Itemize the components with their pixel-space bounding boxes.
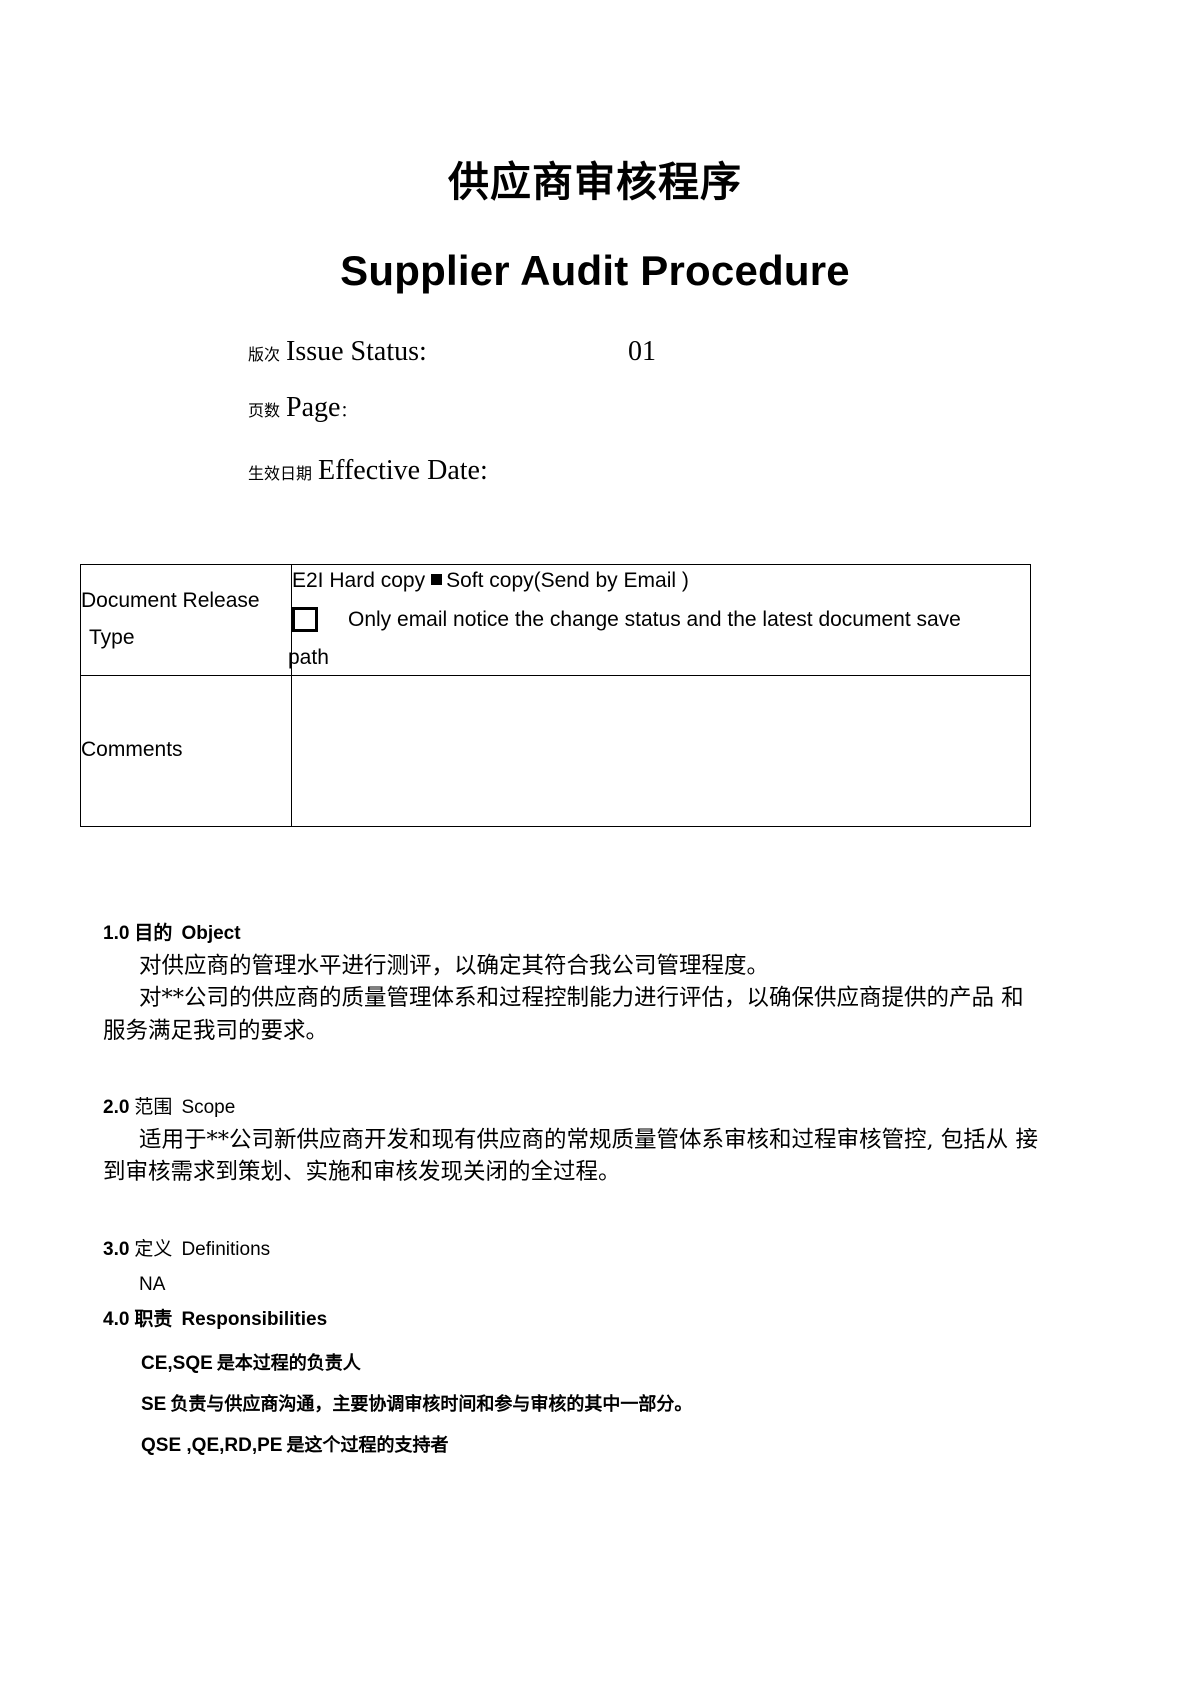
comments-content[interactable] xyxy=(291,674,1031,827)
email-notice-line: Only email notice the change status and … xyxy=(292,604,1030,637)
section-4-title-cn: 职责 xyxy=(134,1308,173,1330)
section-4-number: 4.0 xyxy=(103,1309,130,1330)
comments-label: Comments xyxy=(80,674,292,827)
responsibility-role: CE,SQE xyxy=(141,1352,213,1374)
section-2-scope: 2.0 范围 Scope 适用于**公司新供应商开发和现有供应商的常规质量管体系审核… xyxy=(103,1096,1113,1189)
table-row-comments: Comments xyxy=(80,674,1031,827)
responsibility-item: QSE ,QE,RD,PE 是这个过程的支持者 xyxy=(103,1436,1113,1455)
section-1-number: 1.0 xyxy=(103,923,130,944)
document-release-type-content: E2I Hard copy Soft copy(Send by Email ) O… xyxy=(288,564,1031,676)
document-release-type-label: Document Release Type xyxy=(80,564,292,676)
section-2-body: 适用于**公司新供应商开发和现有供应商的常规质量管体系审核和过程审核管控, 包括… xyxy=(103,1124,1113,1189)
email-notice-label-continued: path xyxy=(288,646,329,670)
hard-copy-label: E2I Hard copy xyxy=(292,569,426,592)
responsibility-role: SE xyxy=(141,1393,167,1415)
page-title-english: Supplier Audit Procedure xyxy=(340,247,850,294)
responsibility-item: CE,SQE 是本过程的负责人 xyxy=(103,1354,1113,1373)
checkbox-checked-icon[interactable] xyxy=(431,574,443,585)
section-2-title-cn: 范围 xyxy=(134,1096,173,1118)
page-label-en: Page xyxy=(286,392,341,423)
document-page: 供应商审核程序 Supplier Audit Procedure 版次 Issue… xyxy=(0,0,1190,1683)
issue-status-line: 版次 Issue Status: xyxy=(248,336,427,368)
label-line-1: Document Release xyxy=(81,589,260,613)
responsibility-text: 是本过程的负责人 xyxy=(216,1352,361,1374)
issue-status-value: 01 xyxy=(628,336,656,367)
effective-date-line: 生效日期 Effective Date: xyxy=(248,455,488,487)
responsibility-text: 负责与供应商沟通，主要协调审核时间和参与审核的其中一部分。 xyxy=(170,1393,693,1415)
release-option-line: E2I Hard copy Soft copy(Send by Email ) xyxy=(292,565,1030,598)
page-title-chinese: 供应商审核程序 xyxy=(448,158,742,206)
section-2-heading: 2.0 范围 Scope xyxy=(103,1096,1113,1120)
page-colon: ： xyxy=(340,401,357,420)
effective-date-label-en: Effective Date: xyxy=(318,455,488,486)
section-3-title-cn: 定义 xyxy=(134,1238,173,1260)
section-1-body-line-3: 服务满足我司的要求。 xyxy=(103,1018,329,1045)
section-1-body-line-1: 对供应商的管理水平进行测评，以确定其符合我公司管理程度。 xyxy=(139,952,770,979)
table-row-document-release-type: Document Release Type E2I Hard copy Soft … xyxy=(80,564,1031,676)
section-1-heading: 1.0 目的 Object xyxy=(103,922,1113,946)
responsibility-item: SE 负责与供应商沟通，主要协调审核时间和参与审核的其中一部分。 xyxy=(103,1395,1113,1414)
section-2-body-line-1: 适用于**公司新供应商开发和现有供应商的常规质量管体系审核和过程审核管控, 包括… xyxy=(139,1126,1038,1153)
section-3-heading: 3.0 定义 Definitions xyxy=(103,1238,1113,1262)
section-2-title-en: Scope xyxy=(181,1097,236,1118)
section-2-body-line-2: 到审核需求到策划、实施和审核发现关闭的全过程。 xyxy=(103,1159,621,1186)
section-3-definitions: 3.0 定义 Definitions NA xyxy=(103,1238,1113,1296)
section-4-title-en: Responsibilities xyxy=(181,1309,328,1330)
section-1-title-en: Object xyxy=(181,923,241,944)
section-3-body-line-1: NA xyxy=(139,1273,166,1295)
section-3-number: 3.0 xyxy=(103,1239,130,1260)
section-1-title-cn: 目的 xyxy=(134,922,173,944)
soft-copy-label: Soft copy(Send by Email ) xyxy=(446,569,689,592)
section-3-title-en: Definitions xyxy=(181,1239,271,1260)
email-notice-label: Only email notice the change status and … xyxy=(348,607,961,631)
section-2-number: 2.0 xyxy=(103,1097,130,1118)
responsibility-text: 是这个过程的支持者 xyxy=(286,1434,449,1456)
section-4-heading: 4.0 职责 Responsibilities xyxy=(103,1308,1113,1332)
issue-status-label-en: Issue Status: xyxy=(286,336,427,367)
section-4-responsibilities: 4.0 职责 Responsibilities CE,SQE 是本过程的负责人 SE 负… xyxy=(103,1308,1113,1455)
document-release-table: Document Release Type E2I Hard copy Soft … xyxy=(80,564,1031,827)
checkbox-unchecked-icon[interactable] xyxy=(292,607,318,633)
page-number-line: 页数 Page： xyxy=(248,392,356,424)
effective-date-label-cn: 生效日期 xyxy=(248,464,313,483)
page-label-cn: 页数 xyxy=(248,401,281,420)
section-1-body-line-2: 对**公司的供应商的质量管理体系和过程控制能力进行评估，以确保供应商提供的产品 … xyxy=(139,985,1024,1012)
issue-status-label-cn: 版次 xyxy=(248,345,281,364)
section-1-object: 1.0 目的 Object 对供应商的管理水平进行测评，以确定其符合我公司管理程度。… xyxy=(103,922,1113,1048)
label-line-2: Type xyxy=(89,625,135,649)
section-1-body: 对供应商的管理水平进行测评，以确定其符合我公司管理程度。 对**公司的供应商的质… xyxy=(103,950,1113,1048)
responsibility-role: QSE ,QE,RD,PE xyxy=(141,1434,283,1456)
